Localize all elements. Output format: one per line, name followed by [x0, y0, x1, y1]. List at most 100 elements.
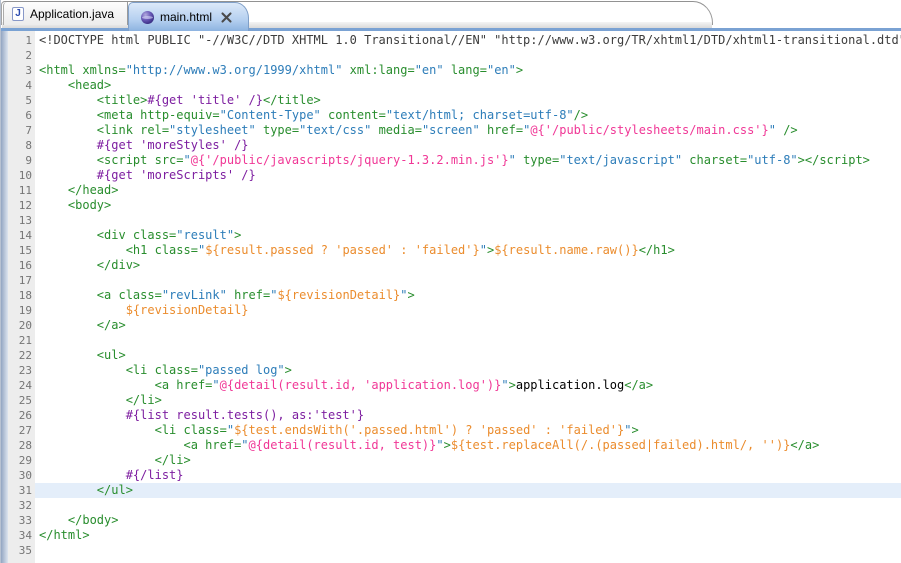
line-number: 16 [8, 258, 35, 273]
code-line[interactable]: 6 <meta http-equiv="Content-Type" conten… [8, 108, 901, 123]
code-text [35, 48, 901, 63]
line-number: 35 [8, 543, 35, 558]
code-line[interactable]: 20 </a> [8, 318, 901, 333]
code-line[interactable]: 30 #{/list} [8, 468, 901, 483]
code-text: #{get 'moreStyles' /} [35, 138, 901, 153]
code-line[interactable]: 22 <ul> [8, 348, 901, 363]
line-number: 27 [8, 423, 35, 438]
line-number: 34 [8, 528, 35, 543]
code-text: #{get 'moreScripts' /} [35, 168, 901, 183]
line-number: 8 [8, 138, 35, 153]
line-number: 10 [8, 168, 35, 183]
html-file-icon [141, 11, 154, 24]
code-line[interactable]: 14 <div class="result"> [8, 228, 901, 243]
code-text: <div class="result"> [35, 228, 901, 243]
code-text: <li class="passed log"> [35, 363, 901, 378]
code-text: </li> [35, 393, 901, 408]
line-number: 19 [8, 303, 35, 318]
code-text: <a class="revLink" href="${revisionDetai… [35, 288, 901, 303]
code-line[interactable]: 17 [8, 273, 901, 288]
code-line[interactable]: 10 #{get 'moreScripts' /} [8, 168, 901, 183]
code-line[interactable]: 9 <script src="@{'/public/javascripts/jq… [8, 153, 901, 168]
code-line[interactable]: 26 #{list result.tests(), as:'test'} [8, 408, 901, 423]
line-number: 14 [8, 228, 35, 243]
line-number: 13 [8, 213, 35, 228]
code-text: </li> [35, 453, 901, 468]
code-line[interactable]: 4 <head> [8, 78, 901, 93]
code-text [35, 333, 901, 348]
code-line[interactable]: 18 <a class="revLink" href="${revisionDe… [8, 288, 901, 303]
code-text: </body> [35, 513, 901, 528]
code-line[interactable]: 31 </ul> [8, 483, 901, 498]
code-text [35, 543, 901, 558]
code-text: <ul> [35, 348, 901, 363]
line-number: 31 [8, 483, 35, 498]
tab-application-java[interactable]: J Application.java [3, 2, 128, 25]
line-number: 30 [8, 468, 35, 483]
code-text [35, 498, 901, 513]
line-number: 4 [8, 78, 35, 93]
java-file-icon: J [12, 7, 24, 21]
code-line[interactable]: 32 [8, 498, 901, 513]
line-number: 24 [8, 378, 35, 393]
tab-label: Application.java [30, 7, 114, 21]
close-icon[interactable] [221, 12, 232, 23]
code-line[interactable]: 34</html> [8, 528, 901, 543]
code-line[interactable]: 23 <li class="passed log"> [8, 363, 901, 378]
code-text: <title>#{get 'title' /}</title> [35, 93, 901, 108]
editor-tab-bar: J Application.java main.html [1, 0, 901, 31]
line-number: 28 [8, 438, 35, 453]
code-text: #{list result.tests(), as:'test'} [35, 408, 901, 423]
code-line[interactable]: 24 <a href="@{detail(result.id, 'applica… [8, 378, 901, 393]
code-text: </ul> [35, 483, 901, 498]
code-text: <script src="@{'/public/javascripts/jque… [35, 153, 901, 168]
code-line[interactable]: 16 </div> [8, 258, 901, 273]
code-line[interactable]: 29 </li> [8, 453, 901, 468]
code-line[interactable]: 25 </li> [8, 393, 901, 408]
line-number: 17 [8, 273, 35, 288]
code-text: <h1 class="${result.passed ? 'passed' : … [35, 243, 901, 258]
line-number: 2 [8, 48, 35, 63]
code-line[interactable]: 19 ${revisionDetail} [8, 303, 901, 318]
code-line[interactable]: 7 <link rel="stylesheet" type="text/css"… [8, 123, 901, 138]
line-number: 33 [8, 513, 35, 528]
code-line[interactable]: 35 [8, 543, 901, 558]
code-line[interactable]: 3<html xmlns="http://www.w3.org/1999/xht… [8, 63, 901, 78]
annotation-ruler[interactable] [1, 31, 8, 563]
line-number: 6 [8, 108, 35, 123]
code-area[interactable]: 1<!DOCTYPE html PUBLIC "-//W3C//DTD XHTM… [8, 31, 901, 558]
code-text: </head> [35, 183, 901, 198]
code-text: <html xmlns="http://www.w3.org/1999/xhtm… [35, 63, 901, 78]
code-line[interactable]: 13 [8, 213, 901, 228]
tab-main-html[interactable]: main.html [128, 2, 249, 31]
code-text: <!DOCTYPE html PUBLIC "-//W3C//DTD XHTML… [35, 33, 901, 48]
code-text: #{/list} [35, 468, 901, 483]
code-line[interactable]: 12 <body> [8, 198, 901, 213]
code-line[interactable]: 11 </head> [8, 183, 901, 198]
line-number: 25 [8, 393, 35, 408]
code-text [35, 273, 901, 288]
code-text: <meta http-equiv="Content-Type" content=… [35, 108, 901, 123]
code-text: </html> [35, 528, 901, 543]
code-line[interactable]: 1<!DOCTYPE html PUBLIC "-//W3C//DTD XHTM… [8, 33, 901, 48]
code-line[interactable]: 21 [8, 333, 901, 348]
code-text: <link rel="stylesheet" type="text/css" m… [35, 123, 901, 138]
line-number: 5 [8, 93, 35, 108]
code-text: </a> [35, 318, 901, 333]
line-number: 7 [8, 123, 35, 138]
line-number: 23 [8, 363, 35, 378]
line-number: 22 [8, 348, 35, 363]
code-line[interactable]: 33 </body> [8, 513, 901, 528]
code-text: <a href="@{detail(result.id, test)}">${t… [35, 438, 901, 453]
code-line[interactable]: 15 <h1 class="${result.passed ? 'passed'… [8, 243, 901, 258]
code-line[interactable]: 5 <title>#{get 'title' /}</title> [8, 93, 901, 108]
code-line[interactable]: 8 #{get 'moreStyles' /} [8, 138, 901, 153]
code-line[interactable]: 27 <li class="${test.endsWith('.passed.h… [8, 423, 901, 438]
code-line[interactable]: 28 <a href="@{detail(result.id, test)}">… [8, 438, 901, 453]
code-text: ${revisionDetail} [35, 303, 901, 318]
code-text: <li class="${test.endsWith('.passed.html… [35, 423, 901, 438]
code-text: </div> [35, 258, 901, 273]
code-line[interactable]: 2 [8, 48, 901, 63]
line-number: 11 [8, 183, 35, 198]
line-number: 9 [8, 153, 35, 168]
